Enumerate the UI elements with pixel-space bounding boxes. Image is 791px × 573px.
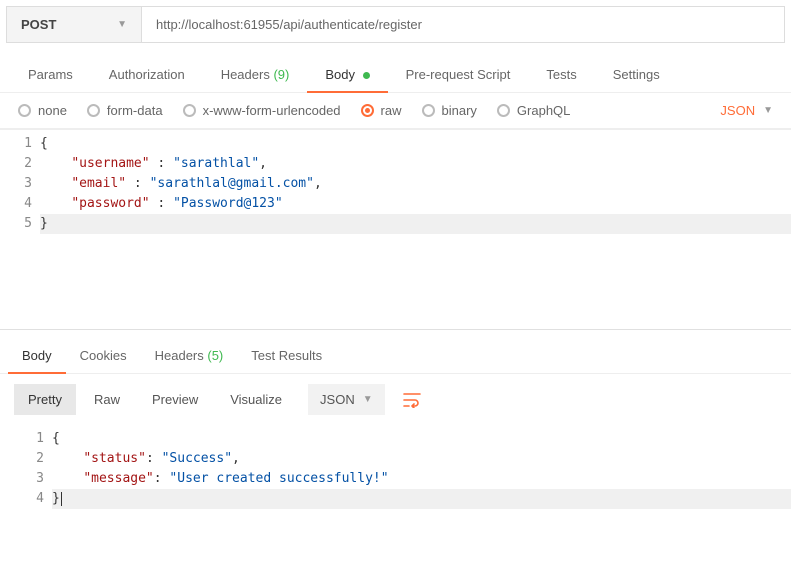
url-input[interactable] [142, 7, 784, 42]
resp-headers-label: Headers [155, 348, 204, 363]
request-tabs: Params Authorization Headers (9) Body Pr… [0, 49, 791, 93]
visualize-button[interactable]: Visualize [216, 384, 296, 415]
response-toolbar: Pretty Raw Preview Visualize JSON ▼ [0, 374, 791, 425]
chevron-down-icon: ▼ [117, 19, 127, 30]
method-value: POST [21, 17, 56, 32]
raw-button[interactable]: Raw [80, 384, 134, 415]
headers-count: (9) [273, 67, 289, 82]
request-url-bar: POST ▼ [6, 6, 785, 43]
text-cursor [61, 492, 62, 506]
resp-headers-count: (5) [207, 348, 223, 363]
tab-tests[interactable]: Tests [528, 57, 594, 92]
tab-authorization[interactable]: Authorization [91, 57, 203, 92]
tab-body[interactable]: Body [307, 57, 387, 92]
line-gutter: 1 2 3 4 5 [0, 130, 40, 238]
radio-icon [497, 104, 510, 117]
resp-tab-test-results[interactable]: Test Results [237, 338, 336, 373]
chevron-down-icon: ▼ [763, 105, 773, 116]
response-format-value: JSON [320, 392, 355, 407]
resp-tab-headers[interactable]: Headers (5) [141, 338, 238, 373]
tab-body-label: Body [325, 67, 355, 82]
body-type-selector: none form-data x-www-form-urlencoded raw… [0, 93, 791, 129]
tab-headers-label: Headers [221, 67, 270, 82]
radio-icon [422, 104, 435, 117]
chevron-down-icon: ▼ [363, 394, 373, 405]
method-select[interactable]: POST ▼ [7, 7, 142, 42]
radio-urlencoded[interactable]: x-www-form-urlencoded [183, 103, 341, 118]
wrap-lines-icon[interactable] [403, 392, 421, 408]
radio-form-data[interactable]: form-data [87, 103, 163, 118]
radio-icon [183, 104, 196, 117]
radio-graphql[interactable]: GraphQL [497, 103, 570, 118]
body-indicator-icon [363, 72, 370, 79]
radio-icon [87, 104, 100, 117]
response-body-viewer[interactable]: 1 2 3 4 { "status": "Success", "message"… [0, 425, 791, 513]
body-format-value: JSON [720, 103, 755, 118]
tab-params[interactable]: Params [10, 57, 91, 92]
response-section: Body Cookies Headers (5) Test Results Pr… [0, 329, 791, 513]
response-tabs: Body Cookies Headers (5) Test Results [0, 330, 791, 374]
tab-headers[interactable]: Headers (9) [203, 57, 308, 92]
radio-icon [361, 104, 374, 117]
body-format-select[interactable]: JSON ▼ [720, 103, 773, 118]
radio-binary[interactable]: binary [422, 103, 477, 118]
line-gutter: 1 2 3 4 [0, 425, 52, 513]
resp-tab-body[interactable]: Body [8, 338, 66, 373]
preview-button[interactable]: Preview [138, 384, 212, 415]
code-content: { "username" : "sarathlal", "email" : "s… [40, 130, 791, 238]
resp-tab-cookies[interactable]: Cookies [66, 338, 141, 373]
radio-none[interactable]: none [18, 103, 67, 118]
pretty-button[interactable]: Pretty [14, 384, 76, 415]
request-body-editor[interactable]: 1 2 3 4 5 { "username" : "sarathlal", "e… [0, 129, 791, 319]
radio-icon [18, 104, 31, 117]
code-content: { "status": "Success", "message": "User … [52, 425, 791, 513]
tab-settings[interactable]: Settings [595, 57, 678, 92]
tab-pre-request[interactable]: Pre-request Script [388, 57, 529, 92]
response-format-select[interactable]: JSON ▼ [308, 384, 385, 415]
radio-raw[interactable]: raw [361, 103, 402, 118]
